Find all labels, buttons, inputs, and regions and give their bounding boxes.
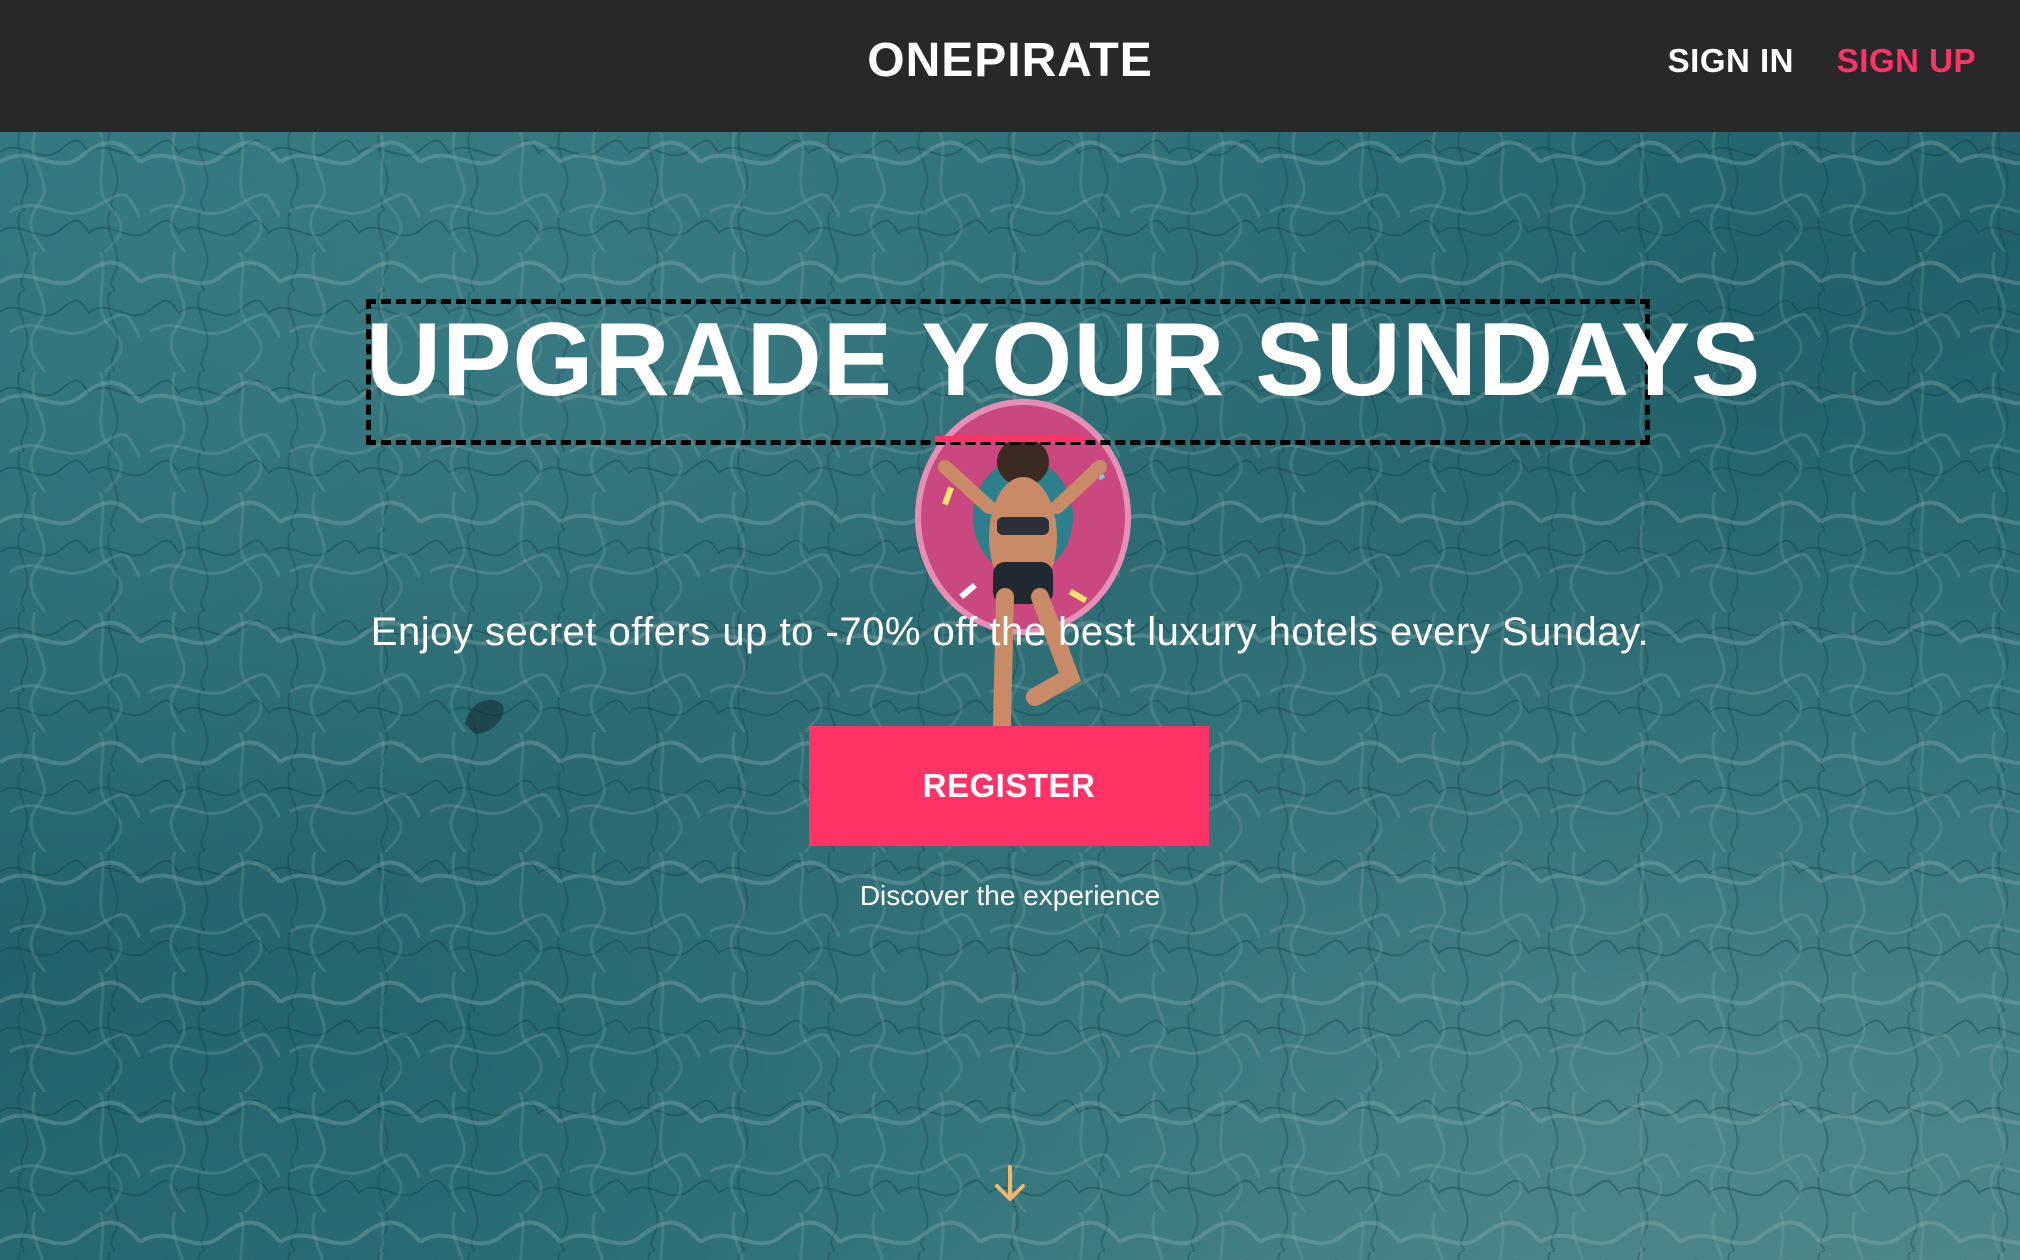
snorkel-mask-shadow [465, 699, 504, 734]
hero-title: UPGRADE YOUR SUNDAYS [366, 302, 1762, 418]
hero-subtitle: Enjoy secret offers up to -70% off the b… [370, 610, 1650, 654]
discover-experience-text: Discover the experience [859, 880, 1161, 911]
sign-up-link[interactable]: SIGN UP [1837, 0, 1976, 122]
arrow-down-icon[interactable] [992, 1164, 1028, 1204]
app-bar: ONEPIRATE SIGN IN SIGN UP [0, 0, 2020, 132]
register-button[interactable]: REGISTER [809, 726, 1209, 846]
sign-in-link[interactable]: SIGN IN [1668, 0, 1794, 122]
landing-page: ONEPIRATE SIGN IN SIGN UP UPGRADE YOUR S… [0, 0, 2020, 1260]
title-underline [935, 436, 1083, 442]
